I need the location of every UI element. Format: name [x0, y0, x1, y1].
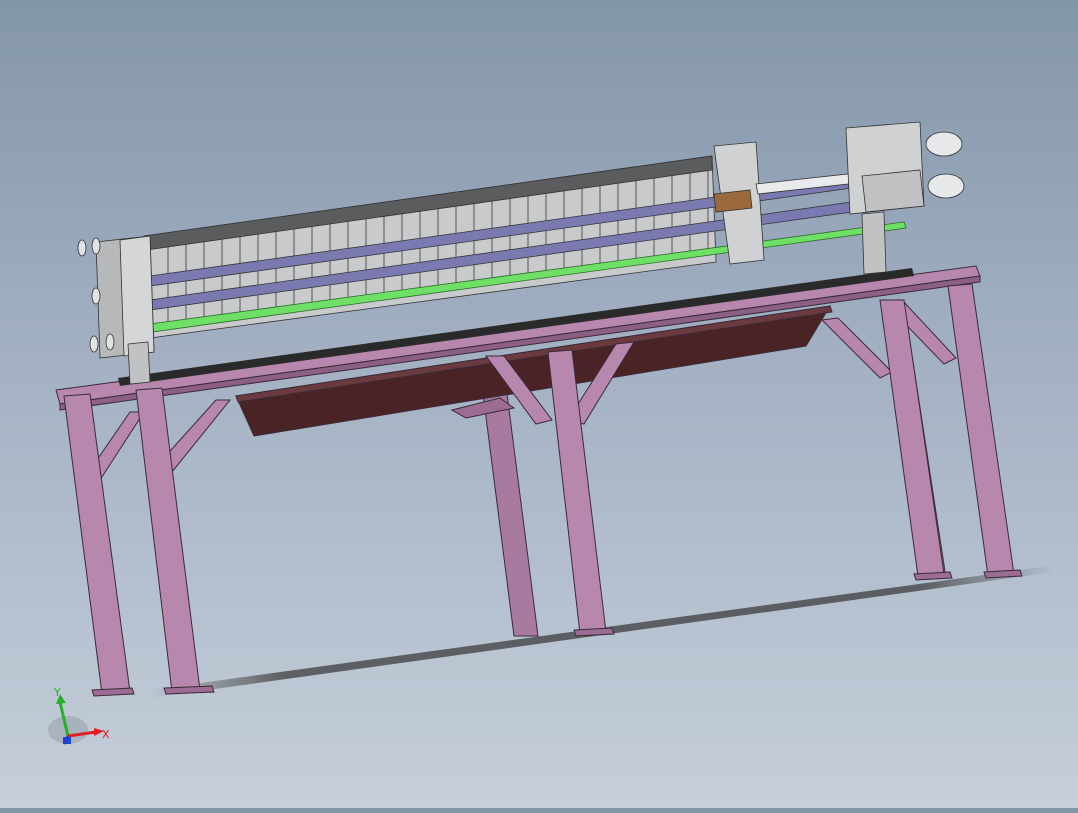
cad-3d-viewport[interactable]: Y X	[0, 0, 1078, 808]
tail-support	[861, 211, 887, 275]
brace-right-a	[820, 317, 893, 379]
hydraulic-cylinder-bottom	[927, 173, 965, 199]
triad-x-label: X	[102, 728, 110, 741]
hydraulic-cylinder-top	[925, 131, 963, 157]
triad-y-label: Y	[53, 686, 61, 699]
cylinder-block	[713, 189, 753, 213]
foot-right-b	[983, 569, 1023, 579]
front-right-leg-b	[947, 283, 1015, 577]
foot-left-b	[163, 685, 215, 695]
head-plate-side	[119, 235, 155, 357]
triad-origin	[63, 737, 71, 744]
filter-press-model	[55, 121, 1054, 698]
coordinate-triad: Y X	[48, 686, 110, 745]
foot-right-a	[913, 571, 953, 581]
foot-mid	[573, 627, 615, 637]
cylinder-housing-front	[861, 169, 925, 213]
head-support	[127, 341, 151, 385]
brace-left-b	[161, 399, 232, 473]
